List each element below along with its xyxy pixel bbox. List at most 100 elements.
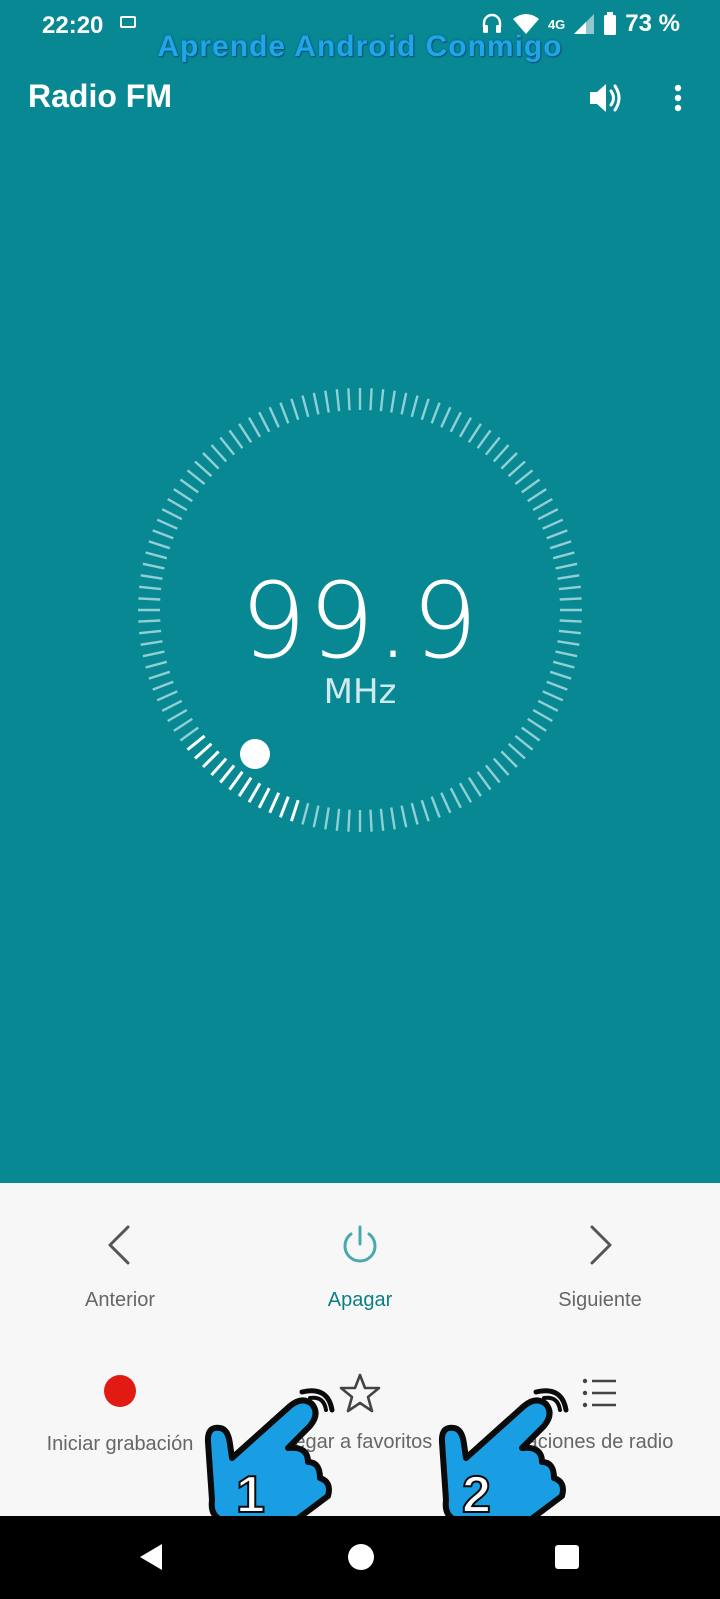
- dial-tick: [268, 792, 281, 814]
- dial-tick: [537, 508, 559, 521]
- dial-tick: [152, 529, 174, 540]
- dial-tick: [521, 726, 541, 742]
- dial-tick: [228, 770, 244, 791]
- speaker-icon: [590, 84, 621, 112]
- dial-tick: [210, 444, 228, 463]
- tutorial-hand-icon-1: 1: [204, 1388, 335, 1524]
- dial-tick: [193, 742, 213, 760]
- control-panel: Anterior Apagar Siguiente Iniciar grabac…: [0, 1183, 720, 1516]
- dial-tick: [257, 787, 271, 809]
- dial-tick: [335, 808, 341, 831]
- tutorial-hand-icon-2: 2: [438, 1388, 569, 1524]
- dial-tick: [278, 796, 290, 818]
- back-icon[interactable]: [136, 1542, 166, 1572]
- dial-tick: [484, 764, 501, 784]
- dial-tick: [420, 398, 430, 421]
- dial-tick: [458, 417, 473, 438]
- dial-tick: [268, 406, 280, 428]
- dial-tick: [458, 782, 473, 803]
- dial-tick: [145, 551, 168, 560]
- watermark: Aprende Android Conmigo: [157, 30, 563, 63]
- dial-tick: [440, 406, 452, 428]
- dial-tick: [467, 777, 482, 797]
- dial-tick: [247, 782, 262, 804]
- sim-icon: [120, 16, 136, 28]
- dial-tick: [290, 398, 300, 421]
- chevron-left-icon: [108, 1225, 130, 1265]
- dial-tick: [552, 551, 575, 560]
- dial-tick: [167, 497, 188, 512]
- dial-tick: [279, 402, 290, 424]
- dial-tick: [186, 469, 206, 486]
- dial-tick: [194, 460, 213, 478]
- dial-tick: [179, 478, 199, 494]
- dial-tick: [430, 402, 441, 424]
- dial-tick: [492, 757, 510, 776]
- dial-tick: [390, 390, 396, 413]
- list-icon: [582, 1378, 616, 1408]
- app-title: Radio FM: [28, 78, 172, 114]
- dial-tick: [148, 540, 171, 550]
- dial-tick: [228, 429, 244, 449]
- dial-tick: [238, 423, 253, 443]
- dial-tick: [335, 389, 341, 412]
- navigation-bar: [0, 1516, 720, 1599]
- dial-tick: [390, 807, 396, 830]
- speaker-button[interactable]: [586, 78, 626, 118]
- home-icon[interactable]: [348, 1544, 374, 1570]
- dial-tick: [379, 808, 385, 831]
- more-vert-icon: [674, 84, 682, 112]
- dial-tick: [173, 717, 193, 732]
- app-bar: Radio FM: [0, 70, 720, 130]
- dial-tick: [476, 771, 492, 791]
- dial-tick: [186, 734, 206, 751]
- dial-tick: [410, 802, 419, 825]
- dial-tick: [324, 390, 330, 413]
- dial-tick: [527, 717, 547, 732]
- dial-tick: [219, 764, 236, 784]
- dial-tick: [546, 529, 568, 540]
- dial-tick: [542, 518, 564, 530]
- dial-tick: [514, 734, 534, 751]
- previous-label: Anterior: [84, 1289, 156, 1311]
- more-options-button[interactable]: [666, 78, 690, 118]
- dial-tick: [347, 388, 351, 411]
- tuner-knob[interactable]: [240, 739, 270, 769]
- dial-tick: [161, 508, 183, 521]
- dial-tick: [484, 436, 501, 456]
- dial-tick: [219, 436, 236, 456]
- dial-tick: [532, 497, 553, 512]
- dial-tick: [440, 792, 452, 814]
- power-button[interactable]: Apagar: [240, 1223, 480, 1312]
- dial-tick: [301, 395, 310, 418]
- next-label: Siguiente: [558, 1289, 642, 1311]
- dial-tick: [324, 807, 330, 830]
- dial-tick: [179, 726, 199, 742]
- recents-icon[interactable]: [555, 1545, 579, 1569]
- next-button[interactable]: Siguiente: [480, 1223, 720, 1312]
- previous-button[interactable]: Anterior: [0, 1223, 240, 1312]
- dial-tick: [449, 411, 462, 433]
- dial-tick: [420, 799, 430, 822]
- dial-tick: [521, 478, 541, 494]
- dial-tick: [258, 411, 271, 433]
- dial-tick: [467, 423, 482, 443]
- dial-tick: [210, 757, 228, 777]
- dial-tick: [449, 787, 462, 809]
- dial-tick: [347, 809, 351, 832]
- dial-tick: [156, 518, 178, 530]
- dial-tick: [379, 389, 385, 412]
- frequency-display: 99.9: [240, 560, 480, 682]
- dial-tick: [173, 488, 193, 503]
- record-icon: [104, 1375, 136, 1407]
- dial-tick: [312, 392, 320, 415]
- dial-tick: [400, 805, 408, 828]
- dial-tick: [507, 460, 526, 478]
- power-label: Apagar: [327, 1289, 393, 1311]
- dial-tick: [202, 452, 220, 470]
- dial-tick: [514, 469, 534, 486]
- chevron-right-icon: [590, 1225, 612, 1265]
- dial-tick: [369, 388, 373, 411]
- dial-tick: [289, 799, 300, 822]
- power-icon: [343, 1225, 377, 1263]
